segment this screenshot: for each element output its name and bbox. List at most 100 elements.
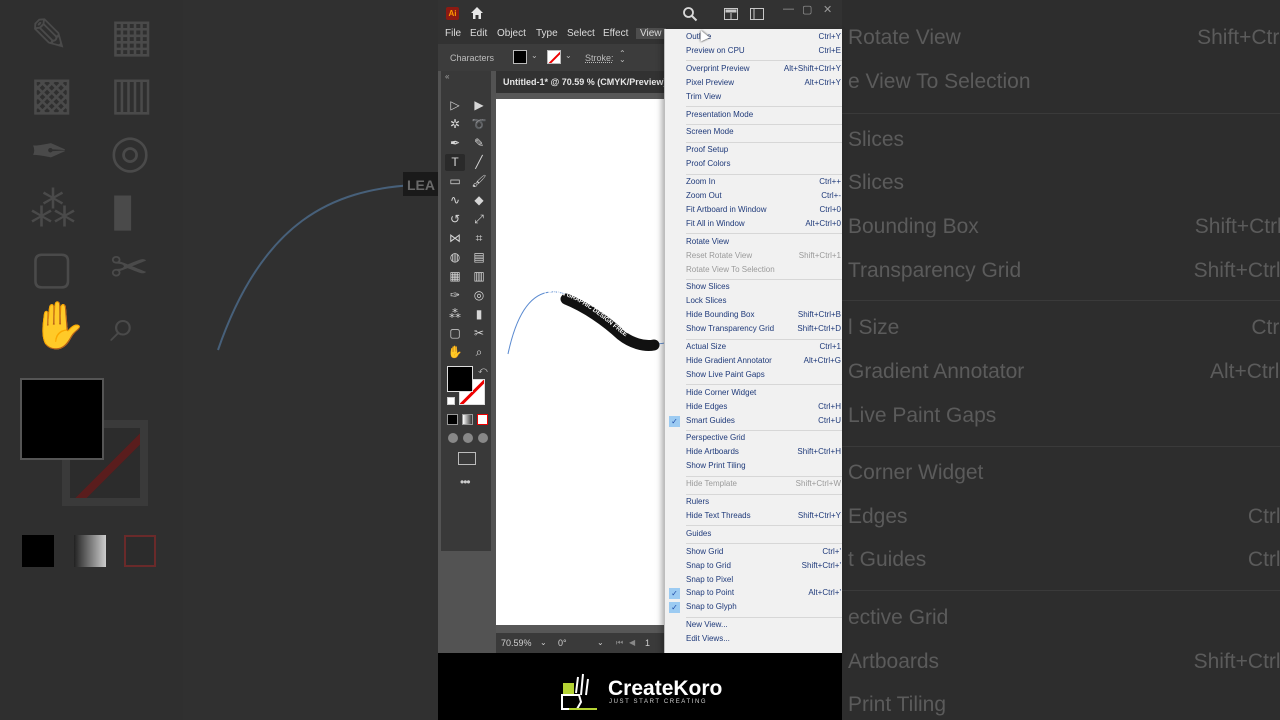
menu-view[interactable]: View xyxy=(636,28,666,39)
arrange-documents-icon[interactable] xyxy=(750,8,764,20)
scale-tool-icon[interactable]: ⤢ xyxy=(469,211,489,228)
stroke-weight-stepper[interactable]: ⌃ ⌄ xyxy=(619,50,626,64)
color-mode-button[interactable] xyxy=(447,414,458,425)
fill-swatch[interactable] xyxy=(447,366,473,392)
menu-item-edit-views[interactable]: Edit Views... xyxy=(665,633,842,647)
rotate-tool-icon[interactable]: ↺ xyxy=(445,211,465,228)
menu-item-show-print-tiling[interactable]: Show Print Tiling xyxy=(665,460,842,474)
draw-behind-icon[interactable] xyxy=(463,433,473,443)
menu-item-overprint-preview[interactable]: Overprint Preview Alt+Shift+Ctrl+Y xyxy=(665,63,842,77)
menu-item-presentation-mode[interactable]: Presentation Mode xyxy=(665,109,842,123)
edit-toolbar-icon[interactable]: ••• xyxy=(460,475,471,489)
menu-item-perspective-grid[interactable]: Perspective Grid xyxy=(665,432,842,446)
fill-color-swatch[interactable] xyxy=(513,50,527,64)
chevron-down-icon[interactable]: ⌄ xyxy=(597,638,604,647)
zoom-tool-icon[interactable]: ⌕ xyxy=(469,344,489,361)
menu-item-new-view[interactable]: New View... xyxy=(665,619,842,633)
artboard-tool-icon[interactable]: ▢ xyxy=(445,325,465,342)
menu-item-rotate-view[interactable]: Rotate View xyxy=(665,236,842,250)
menu-item-snap-to-glyph[interactable]: ✓ Snap to Glyph xyxy=(665,601,842,615)
workspace-switcher-icon[interactable] xyxy=(724,8,738,20)
menu-item-trim-view[interactable]: Trim View xyxy=(665,91,842,105)
menu-item-show-transparency-grid[interactable]: Show Transparency Grid Shift+Ctrl+D xyxy=(665,323,842,337)
menu-item-smart-guides[interactable]: ✓ Smart Guides Ctrl+U xyxy=(665,415,842,429)
draw-inside-icon[interactable] xyxy=(478,433,488,443)
rectangle-tool-icon[interactable]: ▭ xyxy=(445,173,465,190)
menu-effect[interactable]: Effect xyxy=(603,28,628,39)
blend-tool-icon[interactable]: ◎ xyxy=(469,287,489,304)
stroke-color-swatch[interactable] xyxy=(547,50,561,64)
rotation-value[interactable]: 0° xyxy=(558,638,567,648)
magic-wand-tool-icon[interactable]: ✲ xyxy=(445,116,465,133)
type-tool-icon[interactable]: T xyxy=(445,154,465,171)
menu-edit[interactable]: Edit xyxy=(470,28,487,39)
stroke-label[interactable]: Stroke: xyxy=(585,53,614,63)
menu-item-fit-artboard-in-window[interactable]: Fit Artboard in Window Ctrl+0 xyxy=(665,204,842,218)
shaper-tool-icon[interactable]: ∿ xyxy=(445,192,465,209)
menu-item-snap-to-pixel[interactable]: Snap to Pixel xyxy=(665,574,842,588)
width-tool-icon[interactable]: ⋈ xyxy=(445,230,465,247)
menu-item-lock-slices[interactable]: Lock Slices xyxy=(665,295,842,309)
selection-tool-icon[interactable]: ▷ xyxy=(445,97,465,114)
minimize-button[interactable]: — xyxy=(783,3,794,15)
symbol-sprayer-tool-icon[interactable]: ⁂ xyxy=(445,306,465,323)
slice-tool-icon[interactable]: ✂ xyxy=(469,325,489,342)
shape-builder-tool-icon[interactable]: ◍ xyxy=(445,249,465,266)
menu-item-outline[interactable]: Outline Ctrl+Y xyxy=(665,31,842,45)
menu-item-preview-on-cpu[interactable]: Preview on CPU Ctrl+E xyxy=(665,45,842,59)
maximize-button[interactable]: ▢ xyxy=(802,3,812,16)
collapse-panel-icon[interactable]: « xyxy=(445,72,449,81)
menu-item-hide-corner-widget[interactable]: Hide Corner Widget xyxy=(665,387,842,401)
menu-item-hide-bounding-box[interactable]: Hide Bounding Box Shift+Ctrl+B xyxy=(665,309,842,323)
menu-object[interactable]: Object xyxy=(497,28,526,39)
menu-item-snap-to-point[interactable]: ✓ Snap to Point Alt+Ctrl+' xyxy=(665,587,842,601)
change-screen-mode-icon[interactable] xyxy=(458,452,476,465)
mesh-tool-icon[interactable]: ▦ xyxy=(445,268,465,285)
default-fill-stroke-icon[interactable] xyxy=(447,397,455,405)
menu-item-hide-artboards[interactable]: Hide Artboards Shift+Ctrl+H xyxy=(665,446,842,460)
menu-item-zoom-in[interactable]: Zoom In Ctrl++ xyxy=(665,176,842,190)
hand-tool-icon[interactable]: ✋ xyxy=(445,344,465,361)
paintbrush-tool-icon[interactable]: 🖌 xyxy=(469,173,489,190)
chevron-down-icon[interactable]: ⌄ xyxy=(531,51,538,60)
chevron-down-icon[interactable]: ⌄ xyxy=(565,51,572,60)
lasso-tool-icon[interactable]: ➰ xyxy=(469,116,489,133)
menu-item-zoom-out[interactable]: Zoom Out Ctrl+- xyxy=(665,190,842,204)
eyedropper-tool-icon[interactable]: ✑ xyxy=(445,287,465,304)
home-icon[interactable] xyxy=(469,5,485,21)
column-graph-tool-icon[interactable]: ▮ xyxy=(469,306,489,323)
menu-item-hide-edges[interactable]: Hide Edges Ctrl+H xyxy=(665,401,842,415)
menu-item-proof-colors[interactable]: Proof Colors xyxy=(665,158,842,172)
direct-selection-tool-icon[interactable]: ▶ xyxy=(469,97,489,114)
gradient-mode-button[interactable] xyxy=(462,414,473,425)
menu-item-screen-mode[interactable]: Screen Mode xyxy=(665,126,842,140)
menu-select[interactable]: Select xyxy=(567,28,595,39)
menu-item-pixel-preview[interactable]: Pixel Preview Alt+Ctrl+Y xyxy=(665,77,842,91)
menu-item-rulers[interactable]: Rulers xyxy=(665,496,842,510)
pen-tool-icon[interactable]: ✒ xyxy=(445,135,465,152)
menu-item-show-grid[interactable]: Show Grid Ctrl+' xyxy=(665,546,842,560)
line-tool-icon[interactable]: ╱ xyxy=(469,154,489,171)
menu-item-actual-size[interactable]: Actual Size Ctrl+1 xyxy=(665,341,842,355)
close-button[interactable]: ✕ xyxy=(823,3,832,16)
menu-item-show-slices[interactable]: Show Slices xyxy=(665,281,842,295)
menu-item-show-live-paint-gaps[interactable]: Show Live Paint Gaps xyxy=(665,369,842,383)
perspective-grid-tool-icon[interactable]: ▤ xyxy=(469,249,489,266)
zoom-level[interactable]: 70.59% xyxy=(501,638,532,648)
first-artboard-icon[interactable]: ⏮ xyxy=(616,638,623,648)
menu-item-hide-text-threads[interactable]: Hide Text Threads Shift+Ctrl+Y xyxy=(665,510,842,524)
menu-item-hide-gradient-annotator[interactable]: Hide Gradient Annotator Alt+Ctrl+G xyxy=(665,355,842,369)
none-mode-button[interactable] xyxy=(477,414,488,425)
chevron-down-icon[interactable]: ⌄ xyxy=(540,638,547,647)
previous-artboard-icon[interactable]: ◀ xyxy=(629,638,635,647)
menu-type[interactable]: Type xyxy=(536,28,558,39)
eraser-tool-icon[interactable]: ◆ xyxy=(469,192,489,209)
menu-item-fit-all-in-window[interactable]: Fit All in Window Alt+Ctrl+0 xyxy=(665,218,842,232)
swap-fill-stroke-icon[interactable]: ⤺ xyxy=(478,365,488,376)
curvature-tool-icon[interactable]: ✎ xyxy=(469,135,489,152)
artboard-number[interactable]: 1 xyxy=(645,638,650,648)
search-icon[interactable] xyxy=(682,6,698,22)
menu-item-guides[interactable]: Guides xyxy=(665,528,842,542)
menu-file[interactable]: File xyxy=(445,28,461,39)
free-transform-tool-icon[interactable]: ⌗ xyxy=(469,230,489,247)
